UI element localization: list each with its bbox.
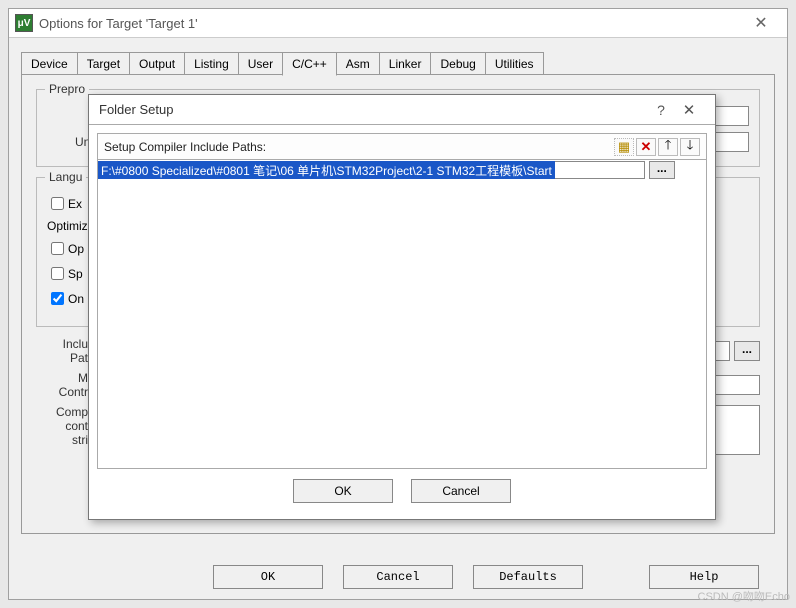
tab-asm[interactable]: Asm bbox=[336, 52, 380, 75]
modal-titlebar: Folder Setup ? ✕ bbox=[89, 95, 715, 125]
split-load-checkbox[interactable] bbox=[51, 267, 64, 280]
delete-path-icon[interactable]: ✕ bbox=[636, 138, 656, 156]
tab-c-cpp[interactable]: C/C++ bbox=[282, 52, 337, 76]
defaults-button[interactable]: Defaults bbox=[473, 565, 583, 589]
modal-button-row: OK Cancel bbox=[97, 479, 707, 503]
move-up-icon[interactable]: 🡑 bbox=[658, 138, 678, 156]
include-paths-list[interactable]: F:\#0800 Specialized\#0801 笔记\06 单片机\STM… bbox=[97, 159, 707, 469]
include-paths-browse-button[interactable]: ... bbox=[734, 341, 760, 361]
watermark: CSDN @吻吻Echo bbox=[698, 588, 790, 604]
new-path-icon[interactable]: ▦ bbox=[614, 138, 634, 156]
cancel-button[interactable]: Cancel bbox=[343, 565, 453, 589]
preprocessor-group-label: Prepro bbox=[45, 82, 89, 96]
modal-close-icon[interactable]: ✕ bbox=[673, 99, 705, 121]
path-entry-selected[interactable]: F:\#0800 Specialized\#0801 笔记\06 单片机\STM… bbox=[98, 161, 555, 179]
op-label: Op bbox=[68, 242, 84, 256]
tab-user[interactable]: User bbox=[238, 52, 283, 75]
dialog-button-row: OK Cancel Defaults Help bbox=[9, 565, 787, 589]
compiler-control-label: Comp cont stri bbox=[36, 405, 88, 447]
help-button[interactable]: Help bbox=[649, 565, 759, 589]
titlebar: μV Options for Target 'Target 1' ✕ bbox=[9, 9, 787, 37]
tab-strip: Device Target Output Listing User C/C++ … bbox=[21, 52, 775, 75]
tab-debug[interactable]: Debug bbox=[430, 52, 485, 75]
sp-label: Sp bbox=[68, 267, 83, 281]
one-elf-checkbox[interactable] bbox=[51, 292, 64, 305]
optimize-time-checkbox[interactable] bbox=[51, 242, 64, 255]
close-icon[interactable]: ✕ bbox=[741, 13, 781, 33]
tab-device[interactable]: Device bbox=[21, 52, 78, 75]
on-label: On bbox=[68, 292, 84, 306]
modal-body: Setup Compiler Include Paths: ▦ ✕ 🡑 🡓 F:… bbox=[89, 125, 715, 511]
tab-utilities[interactable]: Utilities bbox=[485, 52, 544, 75]
modal-title: Folder Setup bbox=[99, 102, 649, 117]
move-down-icon[interactable]: 🡓 bbox=[680, 138, 700, 156]
modal-caption: Setup Compiler Include Paths: bbox=[104, 140, 612, 154]
optimization-label: Optimiz bbox=[47, 219, 88, 233]
path-browse-button[interactable]: ... bbox=[649, 161, 675, 179]
modal-help-icon[interactable]: ? bbox=[649, 100, 673, 120]
misc-controls-label: M Contr bbox=[36, 371, 88, 399]
path-entry-edit[interactable] bbox=[555, 161, 645, 179]
modal-cancel-button[interactable]: Cancel bbox=[411, 479, 511, 503]
execute-only-checkbox[interactable] bbox=[51, 197, 64, 210]
modal-ok-button[interactable]: OK bbox=[293, 479, 393, 503]
ok-button[interactable]: OK bbox=[213, 565, 323, 589]
modal-toolbar: Setup Compiler Include Paths: ▦ ✕ 🡑 🡓 bbox=[97, 133, 707, 159]
app-icon: μV bbox=[15, 14, 33, 32]
folder-setup-dialog: Folder Setup ? ✕ Setup Compiler Include … bbox=[88, 94, 716, 520]
language-group-label: Langu bbox=[45, 170, 86, 184]
tab-target[interactable]: Target bbox=[77, 52, 130, 75]
tab-linker[interactable]: Linker bbox=[379, 52, 432, 75]
tab-output[interactable]: Output bbox=[129, 52, 185, 75]
ex-label: Ex bbox=[68, 197, 82, 211]
tab-listing[interactable]: Listing bbox=[184, 52, 239, 75]
include-paths-label: Inclu Pat bbox=[36, 337, 88, 365]
window-title: Options for Target 'Target 1' bbox=[39, 16, 741, 31]
path-row[interactable]: F:\#0800 Specialized\#0801 笔记\06 单片机\STM… bbox=[98, 160, 706, 180]
